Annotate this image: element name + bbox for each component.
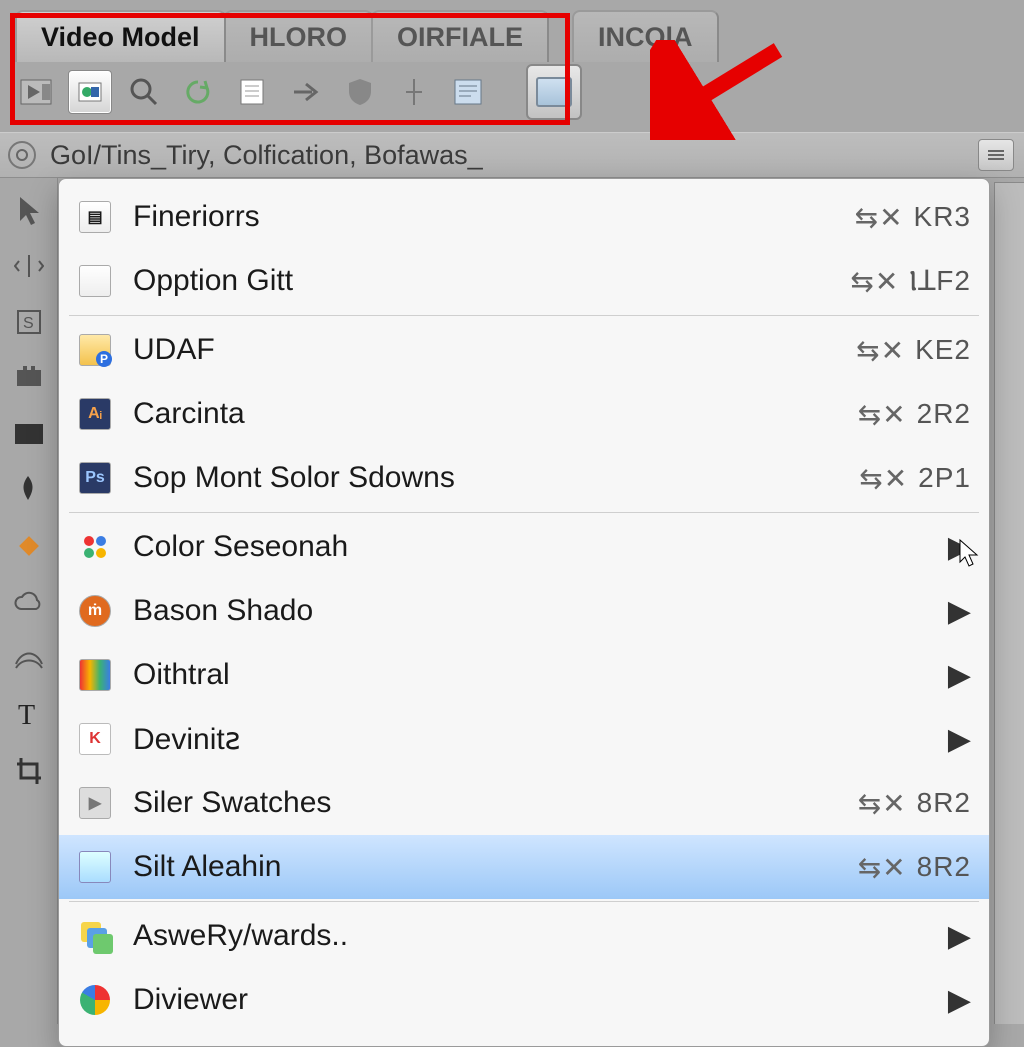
k-icon: K	[77, 721, 113, 757]
menu-item-shortcut: ⇆✕KE2	[856, 334, 971, 367]
rectangle-icon[interactable]	[9, 414, 49, 454]
submenu-arrow-icon: ▶	[948, 658, 971, 693]
media-icon[interactable]	[14, 70, 58, 114]
top-region: Video Model HLORO OIRFIALE INCOlA	[10, 10, 1014, 120]
menu-item-label: AsweRy/wards..	[133, 919, 928, 953]
toolbar	[10, 62, 1014, 122]
tab-hloro[interactable]: HLORO	[224, 10, 374, 62]
menu-item-label: Silt Aleahin	[133, 850, 838, 884]
panel-toggle-button[interactable]	[526, 64, 582, 120]
tab-label: HLORO	[250, 22, 348, 53]
warp-icon[interactable]	[9, 638, 49, 678]
submenu-arrow-icon: ▶	[948, 722, 971, 757]
ps-icon: Ps	[77, 460, 113, 496]
diamond-icon[interactable]	[9, 526, 49, 566]
play-icon: ▶	[77, 785, 113, 821]
menu-item-diviewer[interactable]: Diviewer ▶	[59, 968, 989, 1032]
breadcrumb-menu-button[interactable]	[978, 139, 1014, 171]
tab-label: OIRFIALE	[397, 22, 523, 53]
menu-item-shortcut: ⇆✕2P1	[859, 462, 971, 495]
tab-oirfiale[interactable]: OIRFIALE	[371, 10, 549, 62]
annotation-red-arrow	[650, 40, 790, 140]
menu-separator	[69, 901, 979, 902]
menu-item-label: Color Seseonah	[133, 530, 928, 564]
submenu-arrow-icon: ▶	[948, 530, 971, 565]
tab-label: Video Model	[41, 22, 200, 53]
menu-item-silt-aleahin[interactable]: Silt Aleahin ⇆✕8R2	[59, 835, 989, 899]
page-icon[interactable]	[230, 70, 274, 114]
divider-icon[interactable]	[392, 70, 436, 114]
main-area: ▤ Fineriorrs ⇆✕KR3 Opption Gitt ⇆✕ⲒꓕF2 U…	[58, 178, 1024, 1024]
pen-icon[interactable]	[9, 470, 49, 510]
menu-item-label: Devinitꙅ	[133, 722, 928, 757]
breadcrumb-text: GoI/Tins_Tiry, Colfication, Bofawas_	[50, 140, 483, 171]
menu-item-shortcut: ⇆✕8R2	[858, 851, 971, 884]
menu-item-sop-mont-solor[interactable]: Ps Sop Mont Solor Sdowns ⇆✕2P1	[59, 446, 989, 510]
menu-item-opption-gitt[interactable]: Opption Gitt ⇆✕ⲒꓕF2	[59, 249, 989, 313]
swatch-icon[interactable]: S	[9, 302, 49, 342]
refresh-icon[interactable]	[176, 70, 220, 114]
menu-item-label: Sop Mont Solor Sdowns	[133, 461, 839, 495]
menu-item-devinits[interactable]: K Devinitꙅ ▶	[59, 707, 989, 771]
menu-item-label: Carcinta	[133, 397, 838, 431]
menu-item-label: Bason Shado	[133, 594, 928, 628]
breadcrumb-bar: GoI/Tins_Tiry, Colfication, Bofawas_	[0, 132, 1024, 178]
submenu-arrow-icon: ▶	[948, 983, 971, 1018]
file-icon: ▤	[77, 199, 113, 235]
menu-item-fineriorrs[interactable]: ▤ Fineriorrs ⇆✕KR3	[59, 185, 989, 249]
menu-item-shortcut: ⇆✕8R2	[858, 787, 971, 820]
color-dots-icon	[77, 529, 113, 565]
target-icon[interactable]	[8, 141, 36, 169]
submenu-arrow-icon: ▶	[948, 919, 971, 954]
menu-item-label: UDAF	[133, 333, 836, 367]
pointer-icon[interactable]	[9, 190, 49, 230]
stack-icon	[77, 918, 113, 954]
menu-item-bason-shado[interactable]: ṁ Bason Shado ▶	[59, 579, 989, 643]
menu-item-label: Siler Swatches	[133, 786, 838, 820]
menu-item-aswery-wards[interactable]: AsweRy/wards.. ▶	[59, 904, 989, 968]
shield-icon[interactable]	[338, 70, 382, 114]
menu-separator	[69, 512, 979, 513]
monitor-icon	[536, 77, 572, 107]
menu-item-label: Oithtral	[133, 658, 928, 692]
dropdown-menu: ▤ Fineriorrs ⇆✕KR3 Opption Gitt ⇆✕ⲒꓕF2 U…	[58, 178, 990, 1047]
menu-item-oithtral[interactable]: Oithtral ▶	[59, 643, 989, 707]
cloud-icon[interactable]	[9, 582, 49, 622]
pie-icon	[77, 982, 113, 1018]
search-icon[interactable]	[122, 70, 166, 114]
tab-video-model[interactable]: Video Model	[15, 10, 226, 62]
submenu-arrow-icon: ▶	[948, 594, 971, 629]
menu-item-shortcut: ⇆✕KR3	[855, 201, 971, 234]
menu-item-siler-swatches[interactable]: ▶ Siler Swatches ⇆✕8R2	[59, 771, 989, 835]
reflect-icon[interactable]	[9, 246, 49, 286]
tab-bar: Video Model HLORO OIRFIALE INCOlA	[10, 10, 1014, 62]
script-icon[interactable]	[446, 70, 490, 114]
ai-icon: Aᵢ	[77, 396, 113, 432]
folder-p-icon	[77, 332, 113, 368]
page-icon	[77, 849, 113, 885]
menu-item-shortcut: ⇆✕2R2	[858, 398, 971, 431]
svg-text:T: T	[18, 700, 35, 728]
menu-item-carcinta[interactable]: Aᵢ Carcinta ⇆✕2R2	[59, 382, 989, 446]
arrow-right-icon[interactable]	[284, 70, 328, 114]
menu-item-shortcut: ⇆✕ⲒꓕF2	[850, 264, 971, 298]
plugin-icon[interactable]	[9, 358, 49, 398]
menu-item-label: Fineriorrs	[133, 200, 835, 234]
rainbow-icon	[77, 657, 113, 693]
menu-item-label: Diviewer	[133, 983, 928, 1017]
m-icon: ṁ	[77, 593, 113, 629]
menu-separator	[69, 315, 979, 316]
type-icon[interactable]: T	[9, 694, 49, 734]
svg-text:S: S	[23, 315, 34, 332]
left-tool-strip: S T	[0, 178, 58, 1024]
right-panel-edge	[994, 182, 1024, 1024]
menu-item-color-seseonah[interactable]: Color Seseonah ▶	[59, 515, 989, 579]
menu-item-label: Opption Gitt	[133, 264, 830, 298]
blank-file-icon	[77, 263, 113, 299]
crop-icon[interactable]	[9, 750, 49, 790]
menu-item-udaf[interactable]: UDAF ⇆✕KE2	[59, 318, 989, 382]
object-icon[interactable]	[68, 70, 112, 114]
